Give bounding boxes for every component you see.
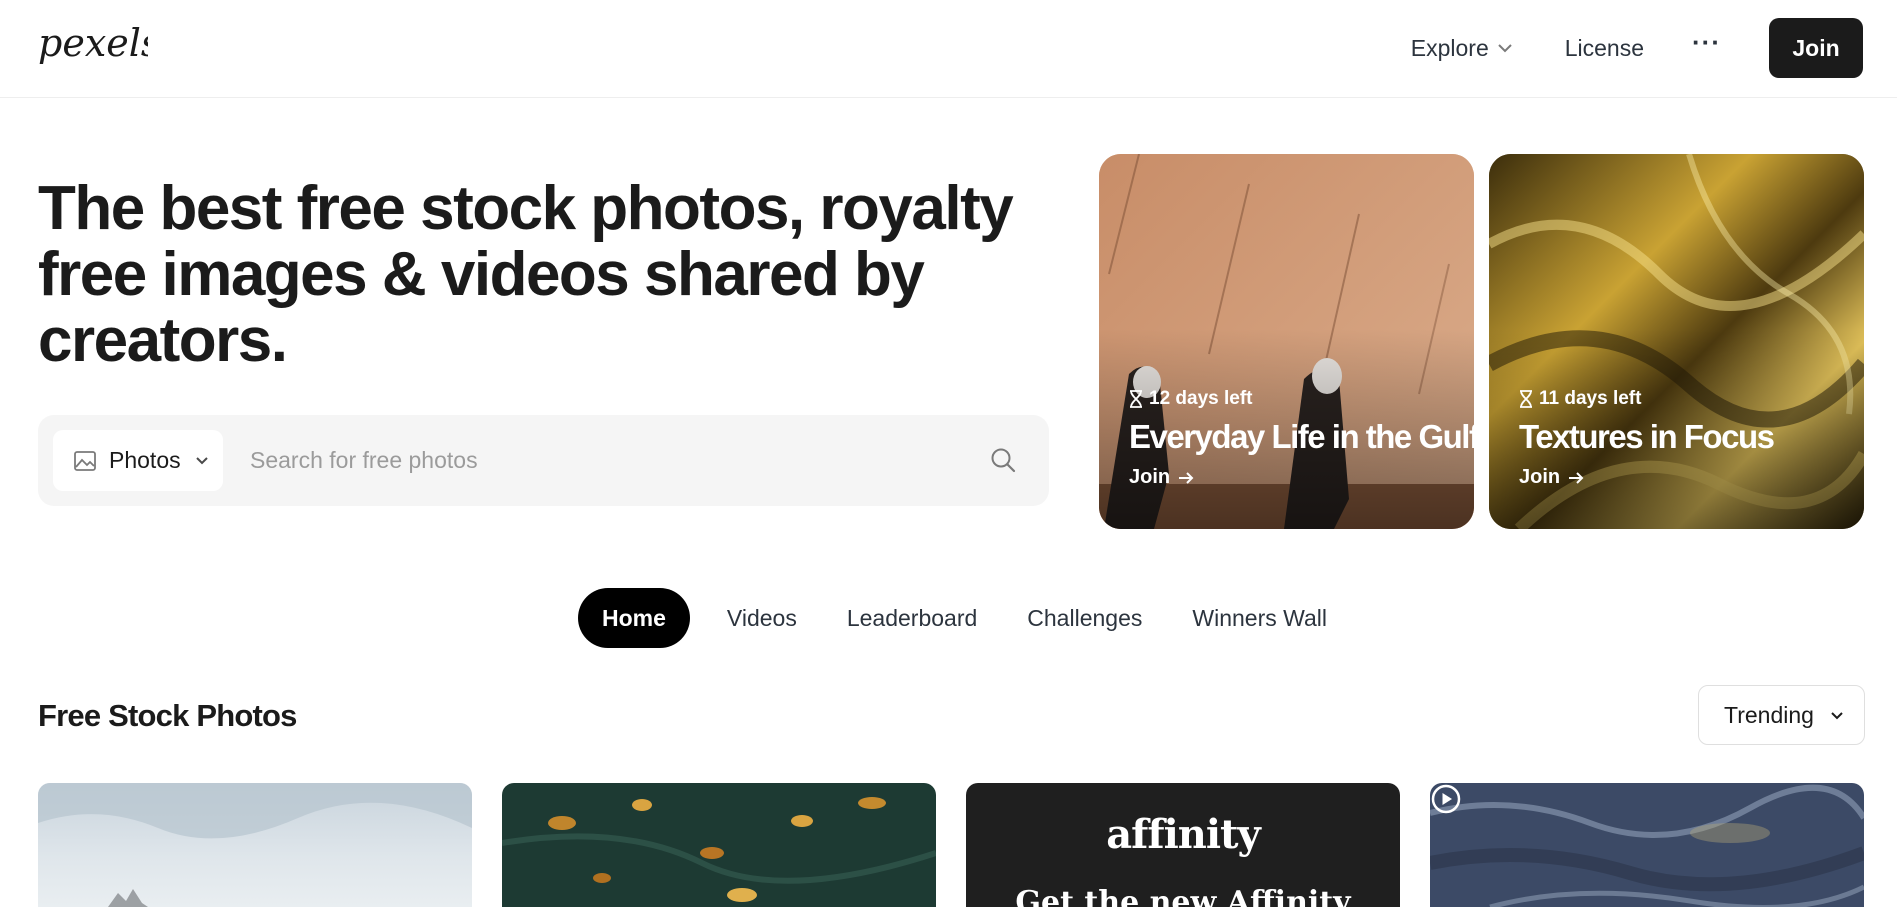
challenge-card-textures[interactable]: 11 days left Textures in Focus Join (1489, 154, 1864, 529)
days-left-row: 12 days left (1129, 388, 1474, 410)
top-nav: Explore License ··· Join (1411, 18, 1863, 78)
challenge-title: Textures in Focus (1519, 418, 1775, 455)
search-bar: Photos (38, 415, 1049, 506)
arrow-right-icon (1569, 471, 1584, 484)
tab-leaderboard[interactable]: Leaderboard (847, 605, 977, 632)
join-label: Join (1519, 466, 1561, 488)
video-image (1430, 784, 1864, 907)
main-tabs: Home Videos Leaderboard Challenges Winne… (578, 588, 1327, 648)
search-type-dropdown[interactable]: Photos (53, 430, 223, 491)
challenge-title: Everyday Life in the Gulf (1129, 418, 1474, 455)
tab-videos[interactable]: Videos (727, 605, 797, 632)
search-icon[interactable] (990, 447, 1016, 473)
more-menu-button[interactable]: ··· (1692, 29, 1721, 55)
chevron-down-icon (1498, 44, 1512, 53)
arrow-right-icon (1179, 471, 1194, 484)
photo-tile[interactable] (38, 783, 472, 907)
join-label: Join (1129, 466, 1171, 488)
tab-home[interactable]: Home (578, 588, 690, 648)
tab-challenges[interactable]: Challenges (1027, 605, 1142, 632)
challenge-card-info: 12 days left Everyday Life in the Gulf J… (1129, 388, 1474, 489)
search-input[interactable] (250, 435, 990, 486)
challenge-card-info: 11 days left Textures in Focus Join (1519, 388, 1775, 489)
photo-image (38, 783, 472, 907)
ad-tile[interactable]: affinity Get the new Affinity (966, 783, 1400, 907)
hero-title: The best free stock photos, royalty free… (38, 174, 1014, 375)
explore-label: Explore (1410, 34, 1489, 61)
days-left: 11 days left (1539, 388, 1642, 409)
site-header: pexels Explore License ··· Join (0, 0, 1897, 98)
chevron-down-icon (195, 457, 208, 465)
sort-label: Trending (1724, 701, 1814, 728)
photo-image (502, 797, 936, 902)
challenge-join-link[interactable]: Join (1129, 466, 1474, 489)
license-link[interactable]: License (1565, 35, 1644, 62)
days-left-row: 11 days left (1519, 388, 1773, 410)
svg-text:pexels: pexels (38, 21, 148, 65)
hourglass-icon (1520, 390, 1532, 408)
join-button[interactable]: Join (1769, 18, 1863, 78)
challenge-card-gulf[interactable]: 12 days left Everyday Life in the Gulf J… (1099, 154, 1474, 529)
tab-winners-wall[interactable]: Winners Wall (1192, 605, 1327, 632)
play-icon[interactable] (1430, 783, 1462, 815)
photo-tile[interactable] (502, 783, 936, 907)
explore-menu[interactable]: Explore (1411, 35, 1513, 62)
hourglass-icon (1130, 390, 1142, 408)
section-title: Free Stock Photos (38, 698, 297, 733)
video-tile[interactable] (1430, 783, 1864, 907)
challenge-join-link[interactable]: Join (1519, 466, 1773, 489)
ad-tagline: Get the new Affinity (1015, 885, 1351, 907)
ad-brand: affinity (1106, 811, 1261, 858)
chevron-down-icon (1831, 711, 1843, 719)
pexels-logo[interactable]: pexels (38, 20, 148, 76)
days-left: 12 days left (1149, 388, 1253, 409)
sort-dropdown[interactable]: Trending (1698, 685, 1865, 745)
image-icon (74, 450, 96, 471)
search-type-label: Photos (109, 447, 181, 473)
